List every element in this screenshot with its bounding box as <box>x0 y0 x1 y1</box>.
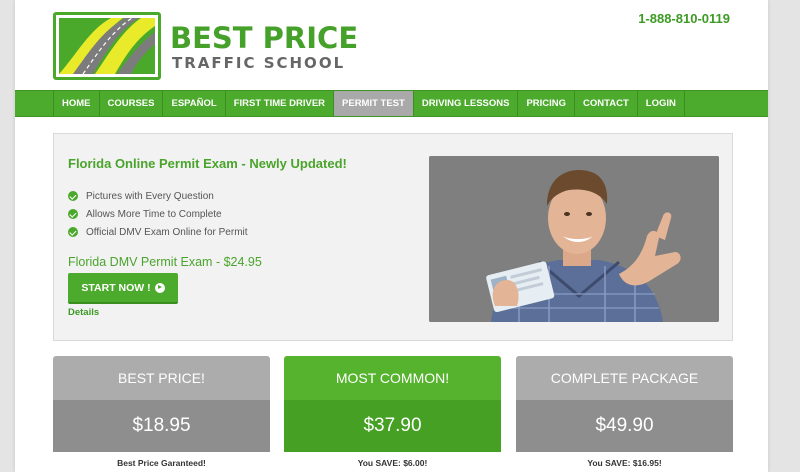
pricing-card-heading: MOST COMMON! <box>284 356 501 400</box>
nav-item-courses[interactable]: COURSES <box>100 91 164 116</box>
nav-item-permit-test[interactable]: PERMIT TEST <box>334 91 414 116</box>
promo-panel: Florida Online Permit Exam - Newly Updat… <box>53 133 733 341</box>
feature-label: Allows More Time to Complete <box>86 208 222 220</box>
pricing-card-heading: BEST PRICE! <box>53 356 270 400</box>
start-now-label: START NOW ! <box>81 281 151 294</box>
pricing-card-best-price[interactable]: BEST PRICE! $18.95 Best Price Garanteed! <box>53 356 270 472</box>
pricing-card-note: You SAVE: $6.00! <box>357 458 428 468</box>
feature-label: Official DMV Exam Online for Permit <box>86 226 248 238</box>
nav-item-home[interactable]: HOME <box>53 91 100 116</box>
nav-item-login[interactable]: LOGIN <box>638 91 685 116</box>
main-nav: HOME COURSES ESPAÑOL FIRST TIME DRIVER P… <box>15 90 768 117</box>
phone-number[interactable]: 1-888-810-0119 <box>638 11 730 26</box>
site-logo[interactable]: BEST PRICE TRAFFIC SCHOOL <box>53 12 358 82</box>
student-photo <box>429 156 719 322</box>
arrow-right-icon <box>154 282 165 293</box>
nav-item-pricing[interactable]: PRICING <box>518 91 576 116</box>
details-link[interactable]: Details <box>68 307 99 318</box>
check-icon <box>68 191 78 201</box>
student-photo-graphic <box>429 156 719 322</box>
nav-item-driving-lessons[interactable]: DRIVING LESSONS <box>414 91 519 116</box>
pricing-card-most-common[interactable]: MOST COMMON! $37.90 You SAVE: $6.00! <box>284 356 501 472</box>
exam-price: Florida DMV Permit Exam - $24.95 <box>68 255 262 269</box>
nav-item-first-time-driver[interactable]: FIRST TIME DRIVER <box>226 91 335 116</box>
feature-label: Pictures with Every Question <box>86 190 214 202</box>
feature-item: Official DMV Exam Online for Permit <box>68 223 248 241</box>
pricing-card-complete-package[interactable]: COMPLETE PACKAGE $49.90 You SAVE: $16.95… <box>516 356 733 472</box>
pricing-card-note: You SAVE: $16.95! <box>587 458 662 468</box>
pricing-card-price: $49.90 <box>516 400 733 452</box>
check-icon <box>68 227 78 237</box>
logo-title: BEST PRICE <box>170 21 359 55</box>
pricing-card-heading: COMPLETE PACKAGE <box>516 356 733 400</box>
feature-item: Pictures with Every Question <box>68 187 248 205</box>
logo-subtitle: TRAFFIC SCHOOL <box>172 54 346 72</box>
nav-item-espanol[interactable]: ESPAÑOL <box>163 91 226 116</box>
promo-title: Florida Online Permit Exam - Newly Updat… <box>68 156 347 171</box>
start-now-button[interactable]: START NOW ! <box>68 273 178 304</box>
pricing-card-note: Best Price Garanteed! <box>117 458 206 468</box>
pricing-card-price: $37.90 <box>284 400 501 452</box>
road-logo-graphic <box>59 18 155 74</box>
check-icon <box>68 209 78 219</box>
feature-list: Pictures with Every Question Allows More… <box>68 187 248 241</box>
feature-item: Allows More Time to Complete <box>68 205 248 223</box>
nav-item-contact[interactable]: CONTACT <box>575 91 638 116</box>
road-logo-icon <box>53 12 161 80</box>
pricing-card-price: $18.95 <box>53 400 270 452</box>
page-container: BEST PRICE TRAFFIC SCHOOL 1-888-810-0119… <box>15 0 768 472</box>
